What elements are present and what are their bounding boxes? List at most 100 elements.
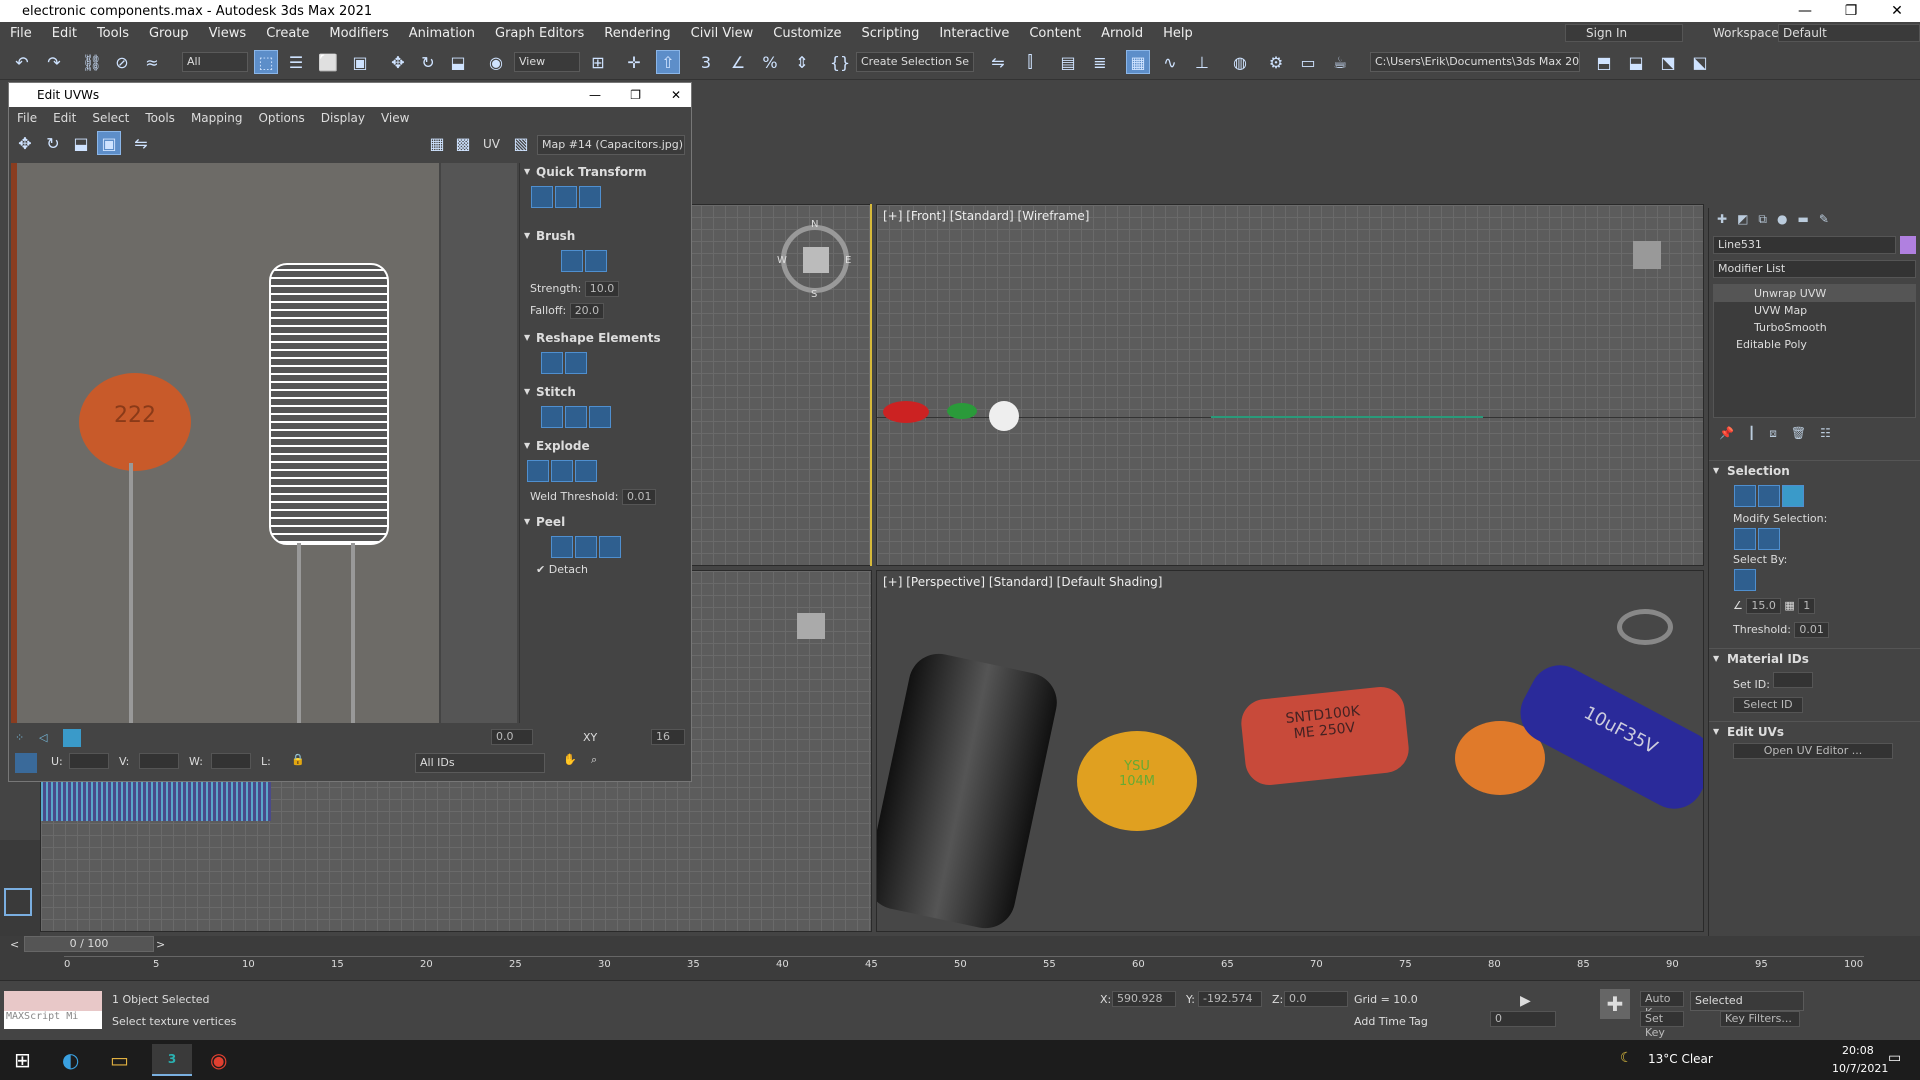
quick-transform-rollout[interactable]: Quick Transform — [520, 163, 691, 181]
x-coordinate[interactable]: 590.928 — [1112, 991, 1176, 1007]
align-u-icon[interactable] — [531, 186, 553, 208]
undo-icon[interactable]: ↶ — [10, 50, 34, 74]
brush-rollout[interactable]: Brush — [520, 227, 691, 245]
peel-mode-icon[interactable] — [575, 536, 597, 558]
menu-interactive[interactable]: Interactive — [929, 26, 1019, 41]
edge-icon[interactable]: ◐ — [62, 1048, 79, 1072]
angle-snap-icon[interactable]: ∠ — [726, 50, 750, 74]
stitch-target-icon[interactable] — [541, 406, 563, 428]
render-setup-icon[interactable]: ⚙ — [1264, 50, 1288, 74]
play-icon[interactable]: ▶ — [1520, 993, 1531, 1009]
uv-scale-icon[interactable]: ⬓ — [69, 131, 93, 155]
stitch-average-icon[interactable] — [589, 406, 611, 428]
object-color-swatch[interactable] — [1900, 236, 1916, 254]
configure-sets-icon[interactable]: ☷ — [1820, 426, 1831, 446]
falloff-spinner[interactable]: 20.0 — [569, 303, 605, 319]
ids-dropdown[interactable]: All IDs — [415, 753, 545, 773]
uv-menu-mapping[interactable]: Mapping — [183, 111, 251, 125]
vertex-mode-icon[interactable] — [1734, 485, 1756, 507]
menu-content[interactable]: Content — [1019, 26, 1091, 41]
scale-icon[interactable]: ⬓ — [446, 50, 470, 74]
viewport-perspective[interactable]: [+] [Perspective] [Standard] [Default Sh… — [876, 570, 1704, 932]
flatten-icon[interactable] — [575, 460, 597, 482]
align-v-icon[interactable] — [555, 186, 577, 208]
detach-checkbox[interactable]: ✔ — [536, 563, 545, 576]
create-tab-icon[interactable]: ✚ — [1717, 212, 1727, 226]
count-spinner[interactable]: 1 — [1798, 598, 1816, 614]
window-crossing-icon[interactable]: ▣ — [348, 50, 372, 74]
open-project-icon[interactable]: ⬕ — [1688, 50, 1712, 74]
menu-scripting[interactable]: Scripting — [852, 26, 930, 41]
mirror-icon[interactable]: ⇋ — [986, 50, 1010, 74]
explode-rollout[interactable]: Explode — [520, 437, 691, 455]
zoom-icon[interactable]: ⌕ — [591, 753, 597, 767]
uv-select-vertex-icon[interactable]: ⁘ — [15, 731, 24, 744]
uv-value-spinner[interactable]: 0.0 — [491, 729, 533, 745]
reshape-elements-rollout[interactable]: Reshape Elements — [520, 329, 691, 347]
paint-move-icon[interactable] — [561, 250, 583, 272]
green-capacitor-wire[interactable] — [947, 403, 977, 419]
uv-menu-select[interactable]: Select — [84, 111, 137, 125]
timeline-ruler[interactable]: 0 5 10 15 20 25 30 35 40 45 50 55 60 65 70 75 80 85 90 95 10… — [64, 956, 1864, 976]
layer-explorer-icon[interactable]: ≣ — [1088, 50, 1112, 74]
key-selected-dropdown[interactable]: Selected — [1690, 991, 1804, 1011]
pivot-icon[interactable]: ⊞ — [586, 50, 610, 74]
lock-icon[interactable]: 🔒 — [291, 753, 305, 766]
modifier-list-dropdown[interactable]: Modifier List — [1713, 260, 1916, 278]
menu-graph-editors[interactable]: Graph Editors — [485, 26, 594, 41]
show-end-result-icon[interactable]: ┃ — [1748, 426, 1755, 446]
weather-icon[interactable]: ☾ — [1620, 1050, 1633, 1066]
menu-civil-view[interactable]: Civil View — [681, 26, 764, 41]
open-uv-editor-button[interactable]: Open UV Editor ... — [1733, 743, 1893, 759]
auto-key-button[interactable]: Auto K.. — [1640, 991, 1684, 1019]
viewcube-front[interactable] — [1633, 241, 1661, 269]
placement-icon[interactable]: ◉ — [484, 50, 508, 74]
menu-file[interactable]: File — [0, 26, 42, 41]
grow-selection-icon[interactable] — [1734, 528, 1756, 550]
film-capacitor-red[interactable]: SNTD100K ME 250V — [1238, 684, 1412, 788]
uv-grid-icon[interactable]: ▦ — [425, 131, 449, 155]
strength-spinner[interactable]: 10.0 — [584, 281, 620, 297]
menu-group[interactable]: Group — [139, 26, 199, 41]
viewcube[interactable] — [803, 247, 829, 273]
align-icon[interactable]: ⫿ — [1018, 50, 1042, 74]
time-prev-icon[interactable]: < — [10, 938, 19, 951]
schematic-view-icon[interactable]: ⊥ — [1190, 50, 1214, 74]
quick-peel-icon[interactable] — [551, 536, 573, 558]
maxscript-mini[interactable]: MAXScript Mi — [4, 1011, 102, 1029]
display-tab-icon[interactable]: ▬ — [1797, 212, 1808, 226]
select-by-element-icon[interactable] — [1734, 569, 1756, 591]
chrome-icon[interactable]: ◉ — [210, 1048, 227, 1072]
sign-in-dropdown[interactable]: Sign In — [1565, 24, 1683, 42]
select-by-name-icon[interactable]: ☰ — [284, 50, 308, 74]
link-icon[interactable]: ⛓ — [80, 50, 104, 74]
uv-rotate-icon[interactable]: ↻ — [41, 131, 65, 155]
angle-spinner[interactable]: 15.0 — [1746, 598, 1781, 614]
uv-select-edge-icon[interactable]: ◁ — [39, 731, 47, 744]
uv-select-face-icon[interactable] — [63, 729, 81, 747]
uv-absolute-icon[interactable] — [15, 753, 37, 773]
menu-create[interactable]: Create — [256, 26, 319, 41]
maxscript-listener[interactable] — [4, 991, 102, 1013]
rectangular-selection-icon[interactable]: ⬜ — [316, 50, 340, 74]
stitch-source-icon[interactable] — [565, 406, 587, 428]
uv-wireframe-shell[interactable] — [269, 263, 389, 545]
modify-tab-icon[interactable]: ◩ — [1737, 212, 1748, 226]
object-name-field[interactable]: Line531 — [1713, 236, 1896, 254]
map-dropdown[interactable]: Map #14 (Capacitors.jpg) — [537, 135, 685, 155]
menu-tools[interactable]: Tools — [87, 26, 139, 41]
menu-rendering[interactable]: Rendering — [594, 26, 680, 41]
uv-menu-options[interactable]: Options — [250, 111, 312, 125]
uv-freeform-icon[interactable]: ▣ — [97, 131, 121, 155]
scene-explorer-icon[interactable]: ▤ — [1056, 50, 1080, 74]
uv-menu-tools[interactable]: Tools — [137, 111, 183, 125]
uv-menu-edit[interactable]: Edit — [45, 111, 84, 125]
viewcube-left[interactable] — [797, 613, 825, 639]
red-capacitor-wire[interactable] — [883, 401, 929, 423]
uv-menu-view[interactable]: View — [373, 111, 417, 125]
straighten-icon[interactable] — [541, 352, 563, 374]
u-field[interactable] — [69, 753, 109, 769]
project-folder-icon[interactable]: ⬒ — [1592, 50, 1616, 74]
clock-date[interactable]: 10/7/2021 — [1832, 1062, 1888, 1075]
shrink-selection-icon[interactable] — [1758, 528, 1780, 550]
